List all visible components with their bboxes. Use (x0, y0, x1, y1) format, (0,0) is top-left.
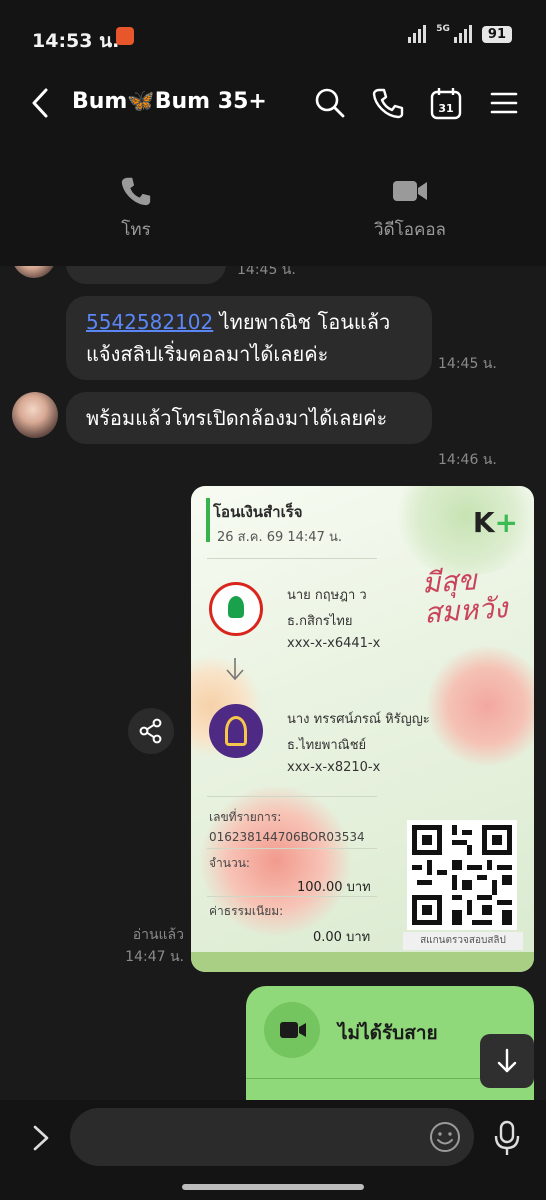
arrow-down-icon (497, 1048, 517, 1073)
scroll-to-bottom-button[interactable] (480, 1034, 534, 1088)
emoji-icon[interactable] (427, 1119, 463, 1155)
calendar-icon[interactable]: 31 (428, 85, 464, 121)
chat-messages[interactable]: 14:45 น. 5542582102 ไทยพาณิช โอนแล้ว แจ้… (0, 266, 546, 1100)
phone-icon[interactable] (370, 85, 406, 121)
message-input[interactable] (70, 1108, 474, 1166)
chat-header: Bum🦋Bum 35+ 31 (0, 72, 546, 134)
notification-app-icon (116, 27, 134, 45)
arrow-down-icon (226, 658, 244, 681)
cell-signal-icon (453, 25, 472, 43)
message-bubble[interactable]: พร้อมแล้วโทรเปิดกล้องมาได้เลยค่ะ (66, 392, 432, 444)
qr-code (407, 820, 517, 930)
video-camera-icon (264, 1002, 320, 1058)
title-accent (206, 498, 210, 542)
avatar[interactable] (12, 392, 58, 438)
account-number-link[interactable]: 5542582102 (86, 310, 213, 334)
sender-account: xxx-x-x6441-x (287, 636, 381, 651)
slip-greeting: มีสุข สมหวัง (420, 563, 509, 630)
fee-value: 0.00 บาท (313, 930, 371, 945)
message-bubble[interactable]: 5542582102 ไทยพาณิช โอนแล้ว แจ้งสลิปเริ่… (66, 296, 432, 380)
receiver-bank: ธ.ไทยพาณิชย์ (287, 738, 367, 753)
read-receipt: อ่านแล้ว 14:47 น. (124, 924, 184, 968)
status-indicators: 5G 91 (408, 24, 512, 44)
network-type: 5G (436, 24, 450, 34)
share-icon (139, 718, 162, 744)
avatar[interactable] (12, 266, 56, 278)
video-call-label: วิดีโอคอล (374, 220, 446, 240)
fee-label: ค่าธรรมเนียม: (209, 904, 284, 918)
slip-footer (191, 952, 534, 972)
voice-call-option[interactable]: โทร (36, 174, 236, 243)
chat-title[interactable]: Bum🦋Bum 35+ (72, 89, 267, 114)
sender-bank: ธ.กสิกรไทย (287, 614, 353, 629)
amount-value: 100.00 บาท (297, 880, 371, 895)
status-time: 14:53 น. (32, 30, 120, 52)
divider (207, 796, 377, 797)
amount-label: จำนวน: (209, 856, 250, 870)
reference-number: 016238144706BOR03534 (209, 830, 365, 844)
search-icon[interactable] (312, 85, 348, 121)
message-text: พร้อมแล้วโทรเปิดกล้องมาได้เลยค่ะ (86, 406, 388, 430)
video-call-icon (393, 181, 427, 201)
home-indicator[interactable] (182, 1184, 364, 1190)
message-input-bar (0, 1100, 546, 1200)
microphone-icon[interactable] (490, 1118, 524, 1158)
missed-call-label: ไม่ได้รับสาย (338, 1022, 438, 1044)
message-bubble[interactable] (66, 266, 226, 284)
transfer-slip-image[interactable]: โอนเงินสำเร็จ 26 ส.ค. 69 14:47 น. K+ มีส… (191, 486, 534, 972)
receiver-account: xxx-x-x8210-x (287, 760, 381, 775)
message-time: 14:45 น. (237, 266, 296, 278)
calendar-day: 31 (438, 102, 453, 115)
wifi-signal-icon (408, 25, 427, 43)
status-bar: 14:53 น. 5G 91 (0, 0, 546, 72)
share-button[interactable] (128, 708, 174, 754)
slip-datetime: 26 ส.ค. 69 14:47 น. (217, 530, 342, 545)
divider (207, 558, 377, 559)
message-time: 14:45 น. (438, 356, 497, 372)
read-label: อ่านแล้ว (132, 927, 184, 943)
menu-icon[interactable] (486, 85, 522, 121)
sender-name: นาย กฤษฎา ว (287, 588, 367, 603)
message-time: 14:46 น. (438, 452, 497, 468)
chevron-right-icon[interactable] (26, 1120, 56, 1156)
read-time: 14:47 น. (125, 949, 184, 965)
video-call-option[interactable]: วิดีโอคอล (310, 174, 510, 243)
flower-decoration (427, 646, 534, 766)
reference-label: เลขที่รายการ: (209, 810, 282, 824)
qr-caption: สแกนตรวจสอบสลิป (403, 932, 523, 950)
kplus-logo: K+ (472, 506, 518, 539)
slip-title: โอนเงินสำเร็จ (213, 503, 303, 521)
scb-bank-logo (209, 704, 263, 758)
battery-level: 91 (481, 25, 512, 43)
voice-call-icon (121, 177, 151, 206)
receiver-name: นาง ทรรศน์ภรณ์ หิรัญญะ (287, 712, 430, 727)
call-options-panel: โทร วิดีโอคอล (0, 134, 546, 266)
kasikorn-bank-logo (209, 582, 263, 636)
divider (207, 848, 377, 849)
voice-call-label: โทร (121, 220, 151, 240)
back-arrow-icon[interactable] (26, 86, 56, 120)
divider (207, 896, 377, 897)
